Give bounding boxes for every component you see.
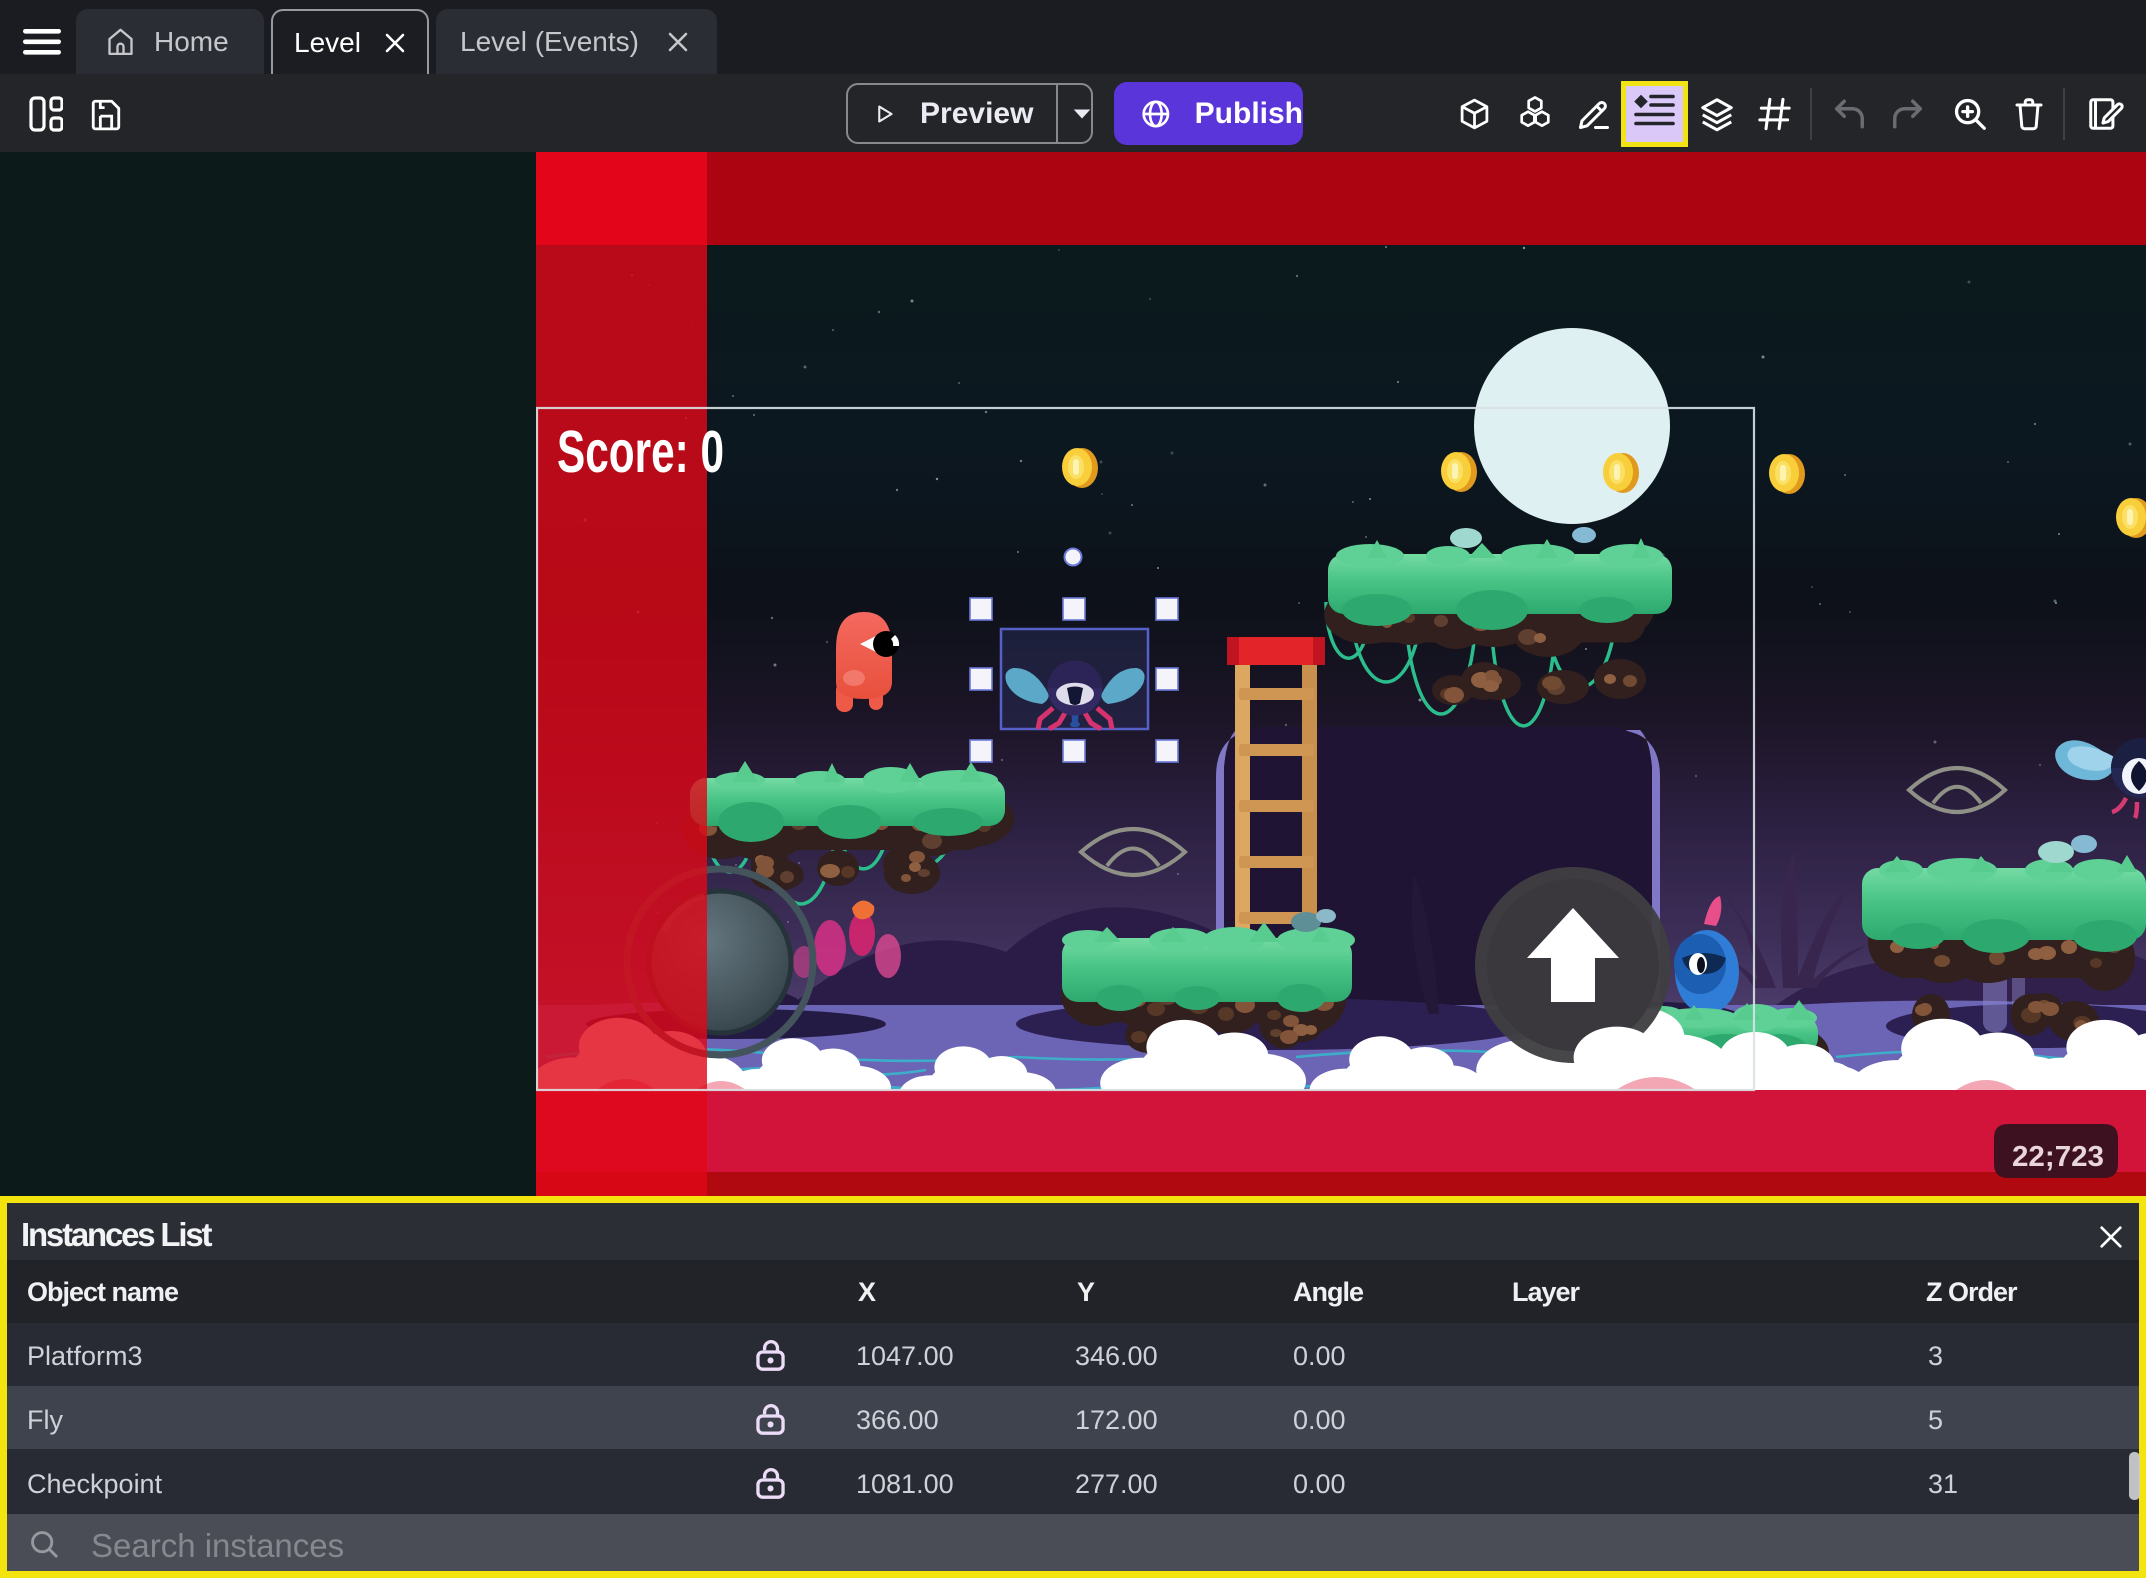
svg-text:Score: 0: Score: 0 [557, 419, 724, 485]
svg-text:22;723: 22;723 [2012, 1141, 2104, 1173]
